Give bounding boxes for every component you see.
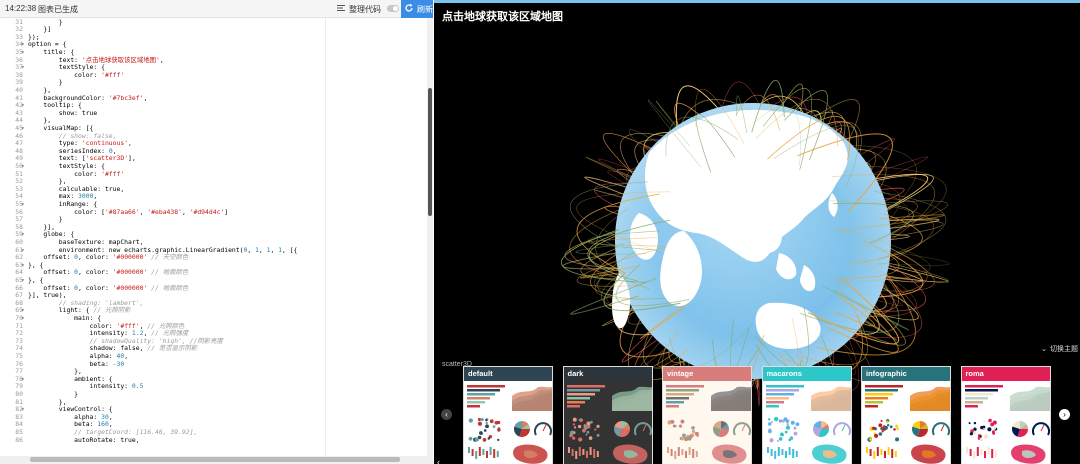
line-number: 86: [15, 435, 23, 444]
theme-card-default[interactable]: default: [463, 366, 553, 464]
theme-preview-thumbnail: [467, 385, 552, 464]
code-area[interactable]: 31 32 33 34 ▾ 35 ▾ 36 37 ▾ 38 39 40 41 42 ▾ 43 44 45 ▾ 46 47 4…: [0, 18, 427, 456]
editor-toolbar: 14:22:38 图表已生成 整理代码: [0, 0, 433, 18]
theme-card-label: infographic: [862, 367, 950, 381]
theme-card-label: vintage: [663, 367, 751, 381]
theme-card-label: dark: [563, 367, 652, 381]
chart-title: 点击地球获取该区域地图: [442, 11, 563, 23]
theme-preview-thumbnail: [765, 385, 851, 464]
theme-preview-thumbnail: [566, 385, 652, 464]
visualmap-label: scatter3D: [442, 361, 472, 368]
theme-card-macarons[interactable]: macarons: [761, 366, 852, 464]
editor-vertical-scroll-thumb[interactable]: [428, 88, 432, 216]
theme-card-vintage[interactable]: vintage: [662, 366, 752, 464]
theme-toggle-button[interactable]: ⌄ 切换主题: [1041, 344, 1078, 354]
code-line[interactable]: offset: 0, color: '#000000' // 地面颜色: [28, 268, 188, 277]
print-margin: [325, 18, 326, 456]
status-text: 图表已生成: [38, 5, 78, 14]
format-code-button[interactable]: 整理代码: [349, 4, 381, 15]
collapse-left-icon[interactable]: ‹: [437, 457, 440, 464]
theme-card-label: default: [464, 367, 552, 381]
editor-vertical-scrollbar[interactable]: [427, 18, 433, 456]
theme-card-label: macarons: [762, 367, 851, 381]
theme-card-label: roma: [961, 367, 1050, 381]
theme-next-icon[interactable]: ›: [1059, 409, 1070, 420]
theme-toggle-label: 切换主题: [1050, 346, 1078, 353]
theme-preview-thumbnail: [666, 385, 751, 464]
theme-card-infographic[interactable]: infographic: [861, 366, 951, 464]
theme-preview-thumbnail: [865, 385, 950, 464]
refresh-icon: [405, 3, 413, 12]
theme-preview-thumbnail: [964, 385, 1050, 464]
line-number-gutter: 31 32 33 34 ▾ 35 ▾ 36 37 ▾ 38 39 40 41 42 ▾ 43 44 45 ▾ 46 47 4…: [0, 18, 26, 456]
code-editor-panel: 14:22:38 图表已生成 整理代码 刷新 31 32 33 34 ▾ 35 ▾ 36 37 ▾…: [0, 0, 433, 464]
code-line[interactable]: autoRotate: true,: [28, 436, 139, 445]
format-code-icon[interactable]: [336, 3, 346, 13]
theme-card-dark[interactable]: dark: [562, 366, 653, 464]
code-line[interactable]: offset: 0, color: '#000000' // 天空颜色: [28, 253, 188, 262]
chart-preview[interactable]: 点击地球获取该区域地图 ⌄ 切换主题 default dark vintage maca…: [434, 0, 1080, 464]
editor-horizontal-scroll-thumb[interactable]: [30, 457, 400, 462]
generated-time: 14:22:38: [5, 4, 37, 13]
theme-selector: default dark vintage macarons infographic rom…: [434, 355, 1080, 464]
refresh-label: 刷新: [417, 5, 433, 14]
auto-run-toggle[interactable]: [387, 5, 399, 12]
chevron-down-icon: ⌄: [1041, 346, 1047, 353]
theme-card-roma[interactable]: roma: [960, 366, 1051, 464]
theme-prev-icon[interactable]: ‹: [441, 409, 452, 420]
refresh-button[interactable]: 刷新: [401, 0, 433, 18]
